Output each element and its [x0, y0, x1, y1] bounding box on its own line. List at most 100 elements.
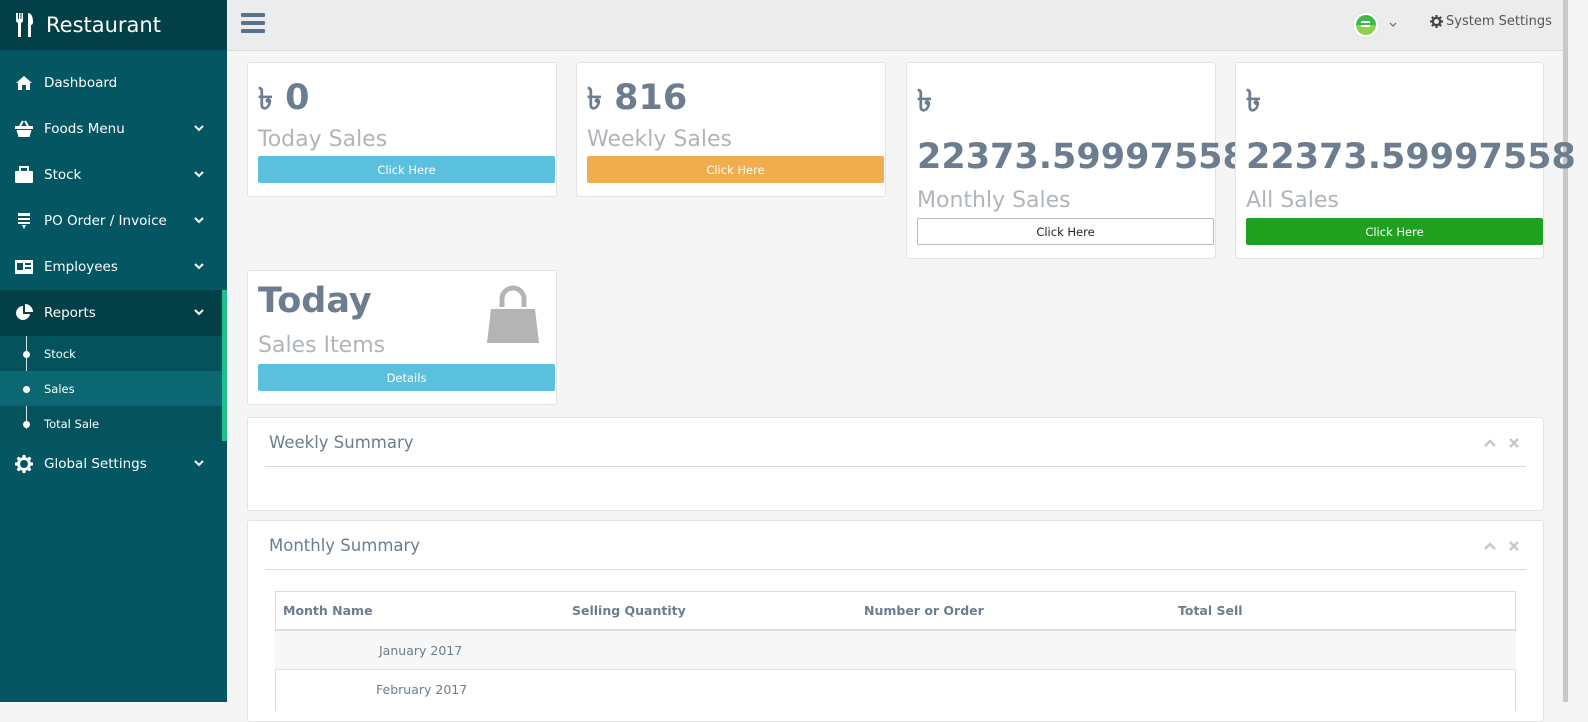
sales-items-details-button[interactable]: Details — [258, 364, 555, 391]
all-sales-label: All Sales — [1246, 188, 1339, 213]
gear-icon — [14, 455, 34, 473]
table-cell — [856, 629, 1170, 670]
monthly-summary-panel: Monthly Summary Month Name Selling Quant… — [247, 520, 1544, 722]
all-sales-card: ৳ 22373.59997558 All Sales Click Here — [1235, 62, 1576, 259]
table-cell — [1170, 669, 1516, 708]
sidebar-item-label: PO Order / Invoice — [44, 213, 167, 229]
amount-value: 816 — [614, 78, 688, 118]
id-card-icon — [14, 258, 34, 276]
today-sales-button[interactable]: Click Here — [258, 156, 555, 183]
month-cell: February 2017 — [275, 669, 564, 708]
invoice-icon — [14, 212, 34, 230]
today-sales-amount: ৳ 0 — [258, 75, 310, 126]
monthly-sales-card: ৳ 22373.59997558 Monthly Sales Click Her… — [906, 62, 1247, 259]
basket-icon — [14, 120, 34, 138]
submenu-item-stock[interactable]: Stock — [0, 336, 222, 371]
monthly-summary-table: Month Name Selling Quantity Number or Or… — [275, 591, 1516, 708]
panel-tools — [1483, 539, 1521, 553]
menu-toggle-icon[interactable] — [241, 13, 265, 33]
sidebar-item-stock[interactable]: Stock — [0, 152, 227, 198]
close-icon[interactable] — [1507, 436, 1521, 450]
fork-knife-icon — [15, 13, 33, 37]
close-icon[interactable] — [1507, 539, 1521, 553]
chevron-down-icon — [1389, 22, 1397, 27]
chevron-down-icon — [194, 171, 204, 178]
active-accent — [222, 290, 227, 336]
weekly-summary-panel: Weekly Summary — [247, 417, 1544, 511]
sidebar-item-po-order-invoice[interactable]: PO Order / Invoice — [0, 198, 227, 244]
pie-chart-icon — [14, 304, 34, 322]
monthly-sales-button[interactable]: Click Here — [917, 218, 1214, 245]
weekly-sales-button[interactable]: Click Here — [587, 156, 884, 183]
all-sales-amount: 22373.59997558 — [1246, 137, 1576, 177]
column-header[interactable]: Selling Quantity — [564, 591, 856, 631]
sidebar-item-employees[interactable]: Employees — [0, 244, 227, 290]
all-sales-button[interactable]: Click Here — [1246, 218, 1543, 245]
home-icon — [14, 74, 34, 92]
table-cell — [564, 629, 856, 670]
monthly-sales-label: Monthly Sales — [917, 188, 1071, 213]
submenu-label: Sales — [44, 381, 75, 396]
today-sales-card: ৳ 0 Today Sales Click Here — [247, 62, 557, 197]
today-sales-label: Today Sales — [258, 127, 388, 152]
weekly-sales-card: ৳ 816 Weekly Sales Click Here — [576, 62, 886, 197]
table-cell — [1170, 629, 1516, 670]
bullet-icon — [23, 386, 30, 393]
sidebar-item-label: Reports — [44, 305, 96, 321]
sidebar-item-foods-menu[interactable]: Foods Menu — [0, 106, 227, 152]
table-cell — [856, 669, 1170, 708]
submenu-label: Stock — [44, 346, 76, 361]
user-profile-dropdown[interactable] — [1352, 11, 1412, 39]
gear-icon — [1430, 15, 1443, 28]
sidebar-item-label: Dashboard — [44, 75, 118, 91]
table-cell — [564, 669, 856, 708]
sidebar-item-global-settings[interactable]: Global Settings — [0, 441, 227, 487]
avatar — [1352, 11, 1380, 39]
column-header[interactable]: Number or Order — [856, 591, 1170, 631]
table-row: February 2017 — [275, 669, 1516, 708]
column-header[interactable]: Total Sell — [1170, 591, 1516, 631]
currency-symbol-line: ৳ — [917, 77, 932, 128]
month-cell: January 2017 — [275, 629, 564, 670]
table-header-row: Month Name Selling Quantity Number or Or… — [275, 591, 1516, 631]
sidebar-item-label: Stock — [44, 167, 82, 183]
sidebar: Restaurant Dashboard Foods Menu Stock PO… — [0, 0, 227, 702]
chevron-down-icon — [194, 217, 204, 224]
sidebar-item-label: Foods Menu — [44, 121, 125, 137]
currency-symbol-line: ৳ — [1246, 77, 1261, 128]
brand[interactable]: Restaurant — [0, 0, 227, 50]
currency-symbol: ৳ — [1246, 84, 1261, 119]
app-title: Restaurant — [46, 13, 161, 37]
sales-items-title: Today — [258, 281, 372, 321]
sales-items-card: Today Sales Items Details — [247, 270, 557, 405]
column-header[interactable]: Month Name — [275, 591, 564, 631]
currency-symbol: ৳ — [258, 82, 273, 117]
monthly-sales-amount: 22373.59997558 — [917, 137, 1247, 177]
scrollbar[interactable] — [1563, 0, 1568, 702]
weekly-summary-title: Weekly Summary — [269, 433, 414, 452]
divider — [265, 569, 1526, 570]
weekly-sales-label: Weekly Sales — [587, 127, 732, 152]
chevron-down-icon — [194, 125, 204, 132]
sales-items-label: Sales Items — [258, 333, 386, 358]
currency-symbol: ৳ — [917, 84, 932, 119]
amount-value: 0 — [285, 78, 310, 118]
submenu-item-sales[interactable]: Sales — [0, 371, 222, 406]
sidebar-item-dashboard[interactable]: Dashboard — [0, 60, 227, 106]
chevron-down-icon — [194, 460, 204, 467]
chevron-down-icon — [194, 263, 204, 270]
panel-tools — [1483, 436, 1521, 450]
sidebar-item-label: Global Settings — [44, 456, 147, 472]
submenu-item-total-sale[interactable]: Total Sale — [0, 406, 222, 441]
briefcase-icon — [14, 166, 34, 184]
shopping-bag-icon — [487, 285, 539, 343]
currency-symbol: ৳ — [587, 82, 602, 117]
system-settings-label: System Settings — [1446, 14, 1552, 29]
monthly-summary-title: Monthly Summary — [269, 536, 421, 555]
collapse-icon[interactable] — [1483, 436, 1497, 450]
collapse-icon[interactable] — [1483, 539, 1497, 553]
system-settings-link[interactable]: System Settings — [1430, 14, 1552, 29]
submenu-label: Total Sale — [44, 416, 100, 431]
weekly-sales-amount: ৳ 816 — [587, 75, 687, 126]
sidebar-item-reports[interactable]: Reports — [0, 290, 227, 336]
